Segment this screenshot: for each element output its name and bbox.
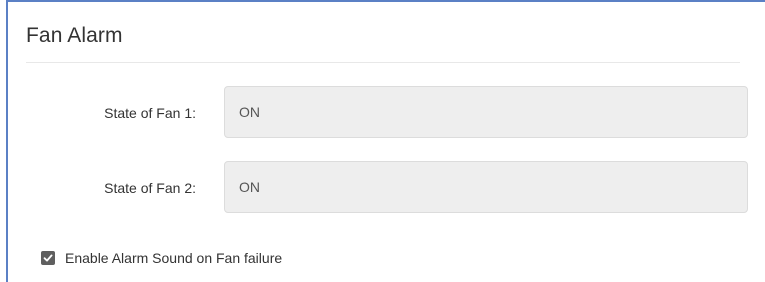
fan-2-state-field: ON — [224, 161, 748, 213]
enable-alarm-sound-option[interactable]: Enable Alarm Sound on Fan failure — [41, 250, 282, 266]
panel-title: Fan Alarm — [26, 24, 123, 47]
fan-alarm-panel: Fan Alarm State of Fan 1: ON State of Fa… — [6, 0, 765, 282]
checkmark-icon — [43, 254, 53, 262]
fan-2-state-label: State of Fan 2: — [104, 180, 196, 196]
enable-alarm-sound-checkbox[interactable] — [41, 251, 55, 265]
title-divider — [26, 62, 740, 63]
fan-1-state-field: ON — [224, 86, 748, 138]
enable-alarm-sound-label: Enable Alarm Sound on Fan failure — [65, 250, 283, 266]
fan-1-state-label: State of Fan 1: — [104, 105, 196, 121]
